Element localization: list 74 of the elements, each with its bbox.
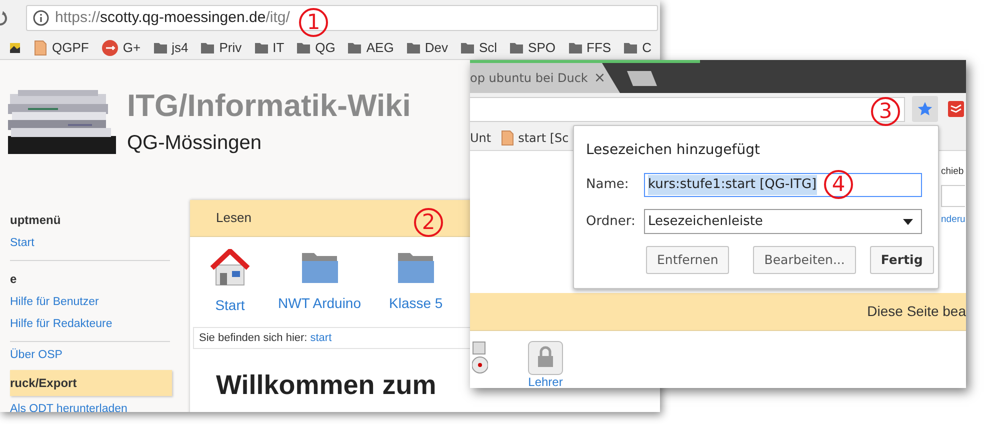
info-icon (33, 10, 49, 26)
shortcut-link[interactable]: NWT Arduino (278, 249, 361, 327)
callout-number: 4 (824, 170, 853, 199)
bookmark-item[interactable]: start [Sc (500, 128, 569, 146)
bookmark-item[interactable]: Dev (406, 38, 448, 58)
folder-icon (510, 41, 524, 54)
lock-icon (528, 341, 563, 375)
folder-icon (406, 41, 420, 54)
close-button[interactable]: × (594, 71, 606, 85)
folder-icon (460, 41, 474, 54)
folder-icon (348, 41, 362, 54)
dialog-title: Lesezeichen hinzugefügt (586, 141, 761, 160)
address-field[interactable] (470, 96, 905, 122)
callout-number: 3 (871, 97, 900, 126)
site-title: ITG/Informatik-Wiki (127, 88, 411, 124)
page-link[interactable]: nderu (941, 213, 966, 228)
folder-icon (254, 41, 268, 54)
breadcrumb-text: Sie befinden sich hier: (199, 330, 308, 346)
dialog-button[interactable]: Fertig (870, 246, 934, 274)
folder-icon (568, 41, 582, 54)
panel-tab[interactable]: Lesen (216, 208, 252, 228)
menu-heading: e (10, 271, 18, 288)
folder-icon (624, 41, 638, 54)
bookmark-item[interactable]: Scl (460, 38, 498, 58)
shortcut-link[interactable]: Start (210, 249, 250, 327)
menu-link[interactable]: Hilfe für Redakteure (10, 316, 172, 333)
banner-text: Diese Seite bea (867, 302, 966, 321)
bookmark-item[interactable]: Priv (201, 38, 242, 58)
site-subtitle: QG-Mössingen (127, 131, 262, 156)
star-icon (917, 101, 933, 117)
home-icon (210, 249, 250, 287)
new-tab-icon (626, 68, 658, 88)
shortcut-link[interactable]: Lehrer (528, 341, 563, 388)
breadcrumb-link[interactable]: start (310, 330, 332, 346)
image-icon (10, 40, 20, 54)
dialog-button[interactable]: Bearbeiten... (753, 246, 856, 274)
bookmark-item[interactable]: js4 (154, 38, 188, 58)
field-label: Name: (586, 176, 630, 194)
bookmark-item[interactable]: FFS (568, 38, 612, 58)
page-heading: Willkommen zum (216, 369, 436, 402)
shortcut-link[interactable]: Klasse 5 (389, 249, 443, 327)
menu-link[interactable]: Start (10, 235, 172, 252)
folder-icon (154, 41, 167, 54)
bookmark-item[interactable]: QG (297, 38, 336, 58)
bookmark-item[interactable] (10, 40, 20, 54)
menu-heading: uptmenü (10, 212, 62, 229)
menu-heading: ruck/Export (10, 370, 172, 396)
callout-number: 1 (299, 8, 328, 37)
document-icon (33, 40, 47, 56)
document-icon (500, 130, 514, 146)
stack-icon (948, 100, 964, 118)
bookmark-item[interactable]: G+ (102, 38, 141, 58)
reload-icon (0, 10, 10, 26)
disc-icon (472, 341, 488, 375)
dialog-button[interactable]: Entfernen (646, 246, 730, 274)
field-label: Ordner: (586, 212, 636, 231)
caret-icon (903, 218, 913, 224)
callout-number: 2 (414, 208, 443, 237)
bookmark-star-button[interactable] (912, 96, 938, 122)
bookmark-item[interactable]: QGPF (33, 38, 89, 58)
browser-tab[interactable]: op ubuntu bei Duck × (470, 63, 620, 93)
bookmark-item[interactable]: AEG (348, 38, 394, 58)
folder-icon (201, 41, 214, 54)
bookmark-item[interactable]: SPO (510, 38, 556, 58)
folder-dropdown[interactable]: Lesezeichenleiste (644, 209, 922, 234)
menu-link[interactable]: Als ODT herunterladen (10, 401, 172, 412)
bookmark-item[interactable]: Unt (470, 128, 492, 146)
bookmark-item[interactable]: C (624, 38, 652, 58)
input-field[interactable] (941, 185, 965, 208)
bookmark-item[interactable]: IT (254, 38, 284, 58)
folder-icon (297, 41, 310, 54)
form-label: chieb (941, 165, 964, 179)
menu-link[interactable]: Über OSP (10, 347, 172, 364)
menu-link[interactable]: Hilfe für Benutzer (10, 294, 172, 311)
